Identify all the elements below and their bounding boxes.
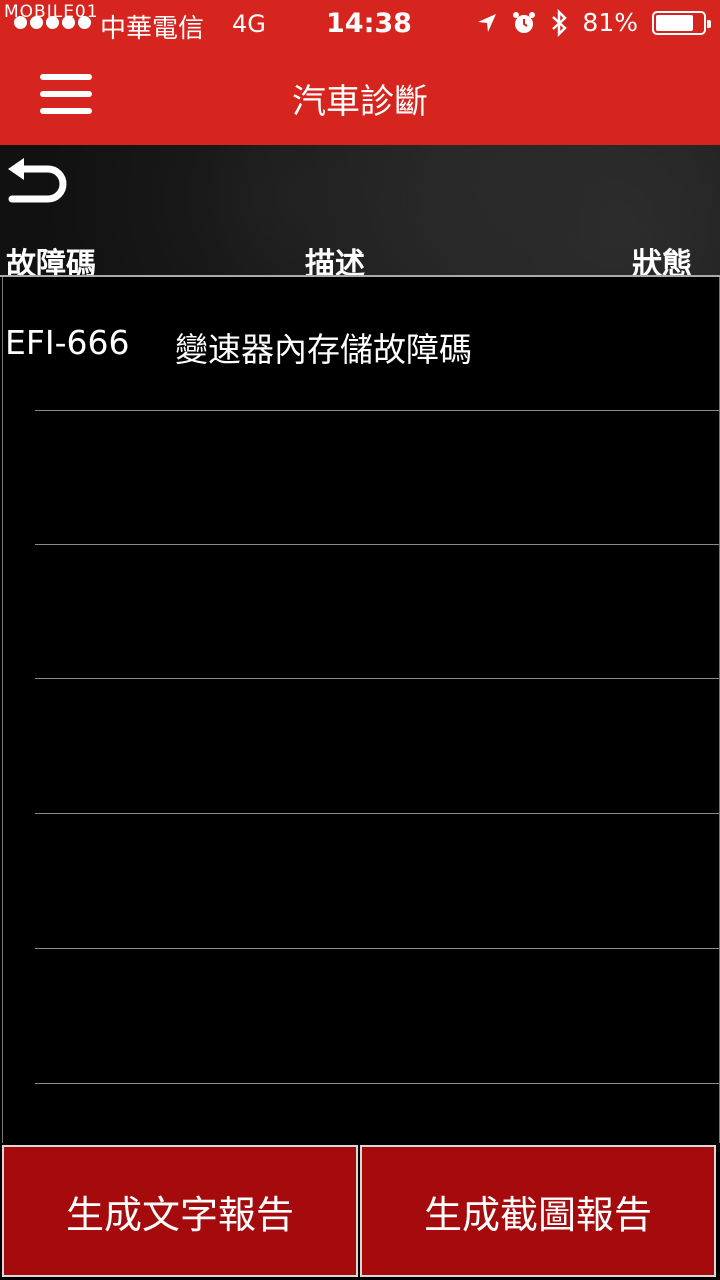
table-row[interactable] [3,680,719,814]
fault-code: EFI-666 [5,323,130,362]
nav-bar: 汽車診斷 [0,50,720,145]
footer-actions: 生成文字報告 生成截圖報告 [0,1143,720,1280]
battery-icon [652,10,711,35]
alarm-icon [513,11,536,33]
fault-code-list[interactable]: EFI-666 變速器內存儲故障碼 [2,277,720,1143]
table-row[interactable] [3,545,719,679]
fault-description: 變速器內存儲故障碼 [175,330,472,369]
status-bar: MOBILE01 中華電信 4G 14:38 81% [0,0,720,50]
watermark: MOBILE01 [4,2,99,22]
bluetooth-icon [552,8,568,37]
generate-screenshot-report-button[interactable]: 生成截圖報告 [360,1145,716,1277]
status-right-group: 81% [476,8,711,37]
table-row[interactable] [3,411,719,545]
carrier-name: 中華電信 [100,14,205,44]
location-arrow-icon [478,13,497,32]
row-divider [35,948,719,949]
table-row[interactable]: EFI-666 變速器內存儲故障碼 [3,277,719,411]
table-row[interactable] [3,815,719,949]
battery-percent: 81% [582,8,638,37]
row-divider [35,678,719,679]
page-title: 汽車診斷 [292,82,428,122]
table-row[interactable] [3,950,719,1084]
row-divider [35,1083,719,1084]
table-header: 故障碼 描述 狀態 [0,145,720,282]
network-type: 4G [232,10,266,38]
row-divider [35,813,719,814]
generate-text-report-button[interactable]: 生成文字報告 [2,1145,358,1277]
back-arrow-icon[interactable] [4,157,70,207]
clock-time: 14:38 [326,8,412,39]
